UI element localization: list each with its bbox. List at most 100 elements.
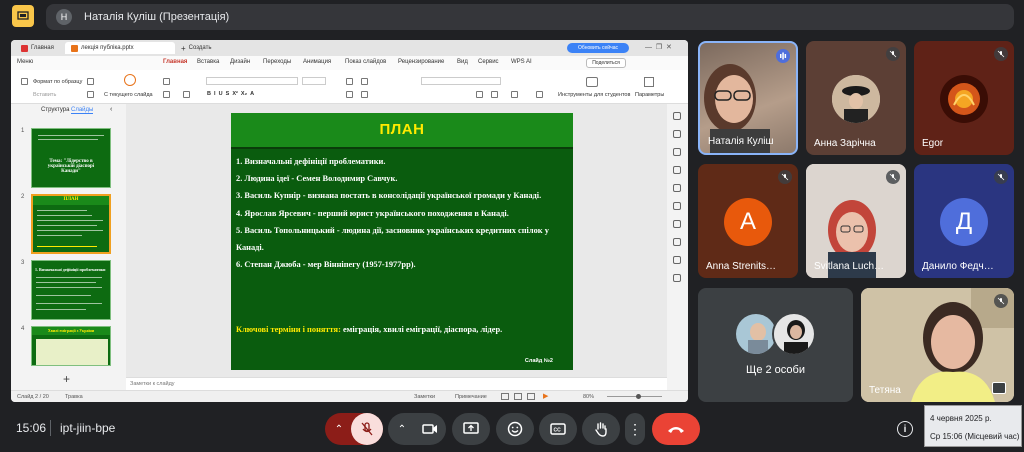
present-icon[interactable] [12, 5, 34, 27]
presenter-bar: Н Наталія Куліш (Презентація) [46, 4, 1014, 30]
numbering-icon[interactable] [361, 78, 368, 85]
font-size-field[interactable] [302, 77, 326, 85]
notes-field[interactable]: Заметки к слайду [126, 377, 667, 390]
params-label[interactable]: Параметры [635, 92, 664, 98]
menu-design[interactable]: Дизайн [230, 59, 250, 65]
shared-screen: Главная лекція публіка.pptx + Создать Обн… [11, 40, 688, 402]
arrange-icon[interactable] [491, 91, 498, 98]
participant-avatar [832, 75, 880, 123]
zoom-level[interactable]: 80% [583, 394, 594, 400]
slide-thumbnail-1[interactable]: Тема: "Лідерство в українській діаспорі … [31, 128, 111, 188]
layout-icon[interactable] [163, 91, 170, 98]
update-now-button[interactable]: Обновить сейчас [567, 43, 629, 53]
search-field[interactable] [421, 77, 501, 85]
comment-toggle[interactable]: Примечание [455, 394, 487, 400]
menu-transitions[interactable]: Переходы [263, 59, 291, 65]
transition-icon[interactable] [673, 166, 681, 174]
tab-document[interactable]: лекція публіка.pptx [65, 42, 175, 54]
thumb-text-line [37, 215, 92, 216]
normal-view-icon[interactable] [501, 393, 509, 400]
more-participants-tile[interactable]: Ще 2 особи [698, 288, 853, 402]
tab-slides[interactable]: Слайды [71, 107, 94, 114]
properties-icon[interactable] [673, 112, 681, 120]
paste-icon[interactable] [21, 78, 28, 85]
pin-tile-icon[interactable] [992, 382, 1006, 394]
info-icon[interactable]: i [897, 421, 913, 437]
cut-icon[interactable] [87, 78, 94, 85]
slides-panel-header: Структура Слайды ‹ [11, 104, 123, 116]
participant-avatar: Д [940, 198, 988, 246]
student-tools-icon[interactable] [586, 77, 598, 87]
zoom-slider-handle[interactable] [636, 394, 641, 399]
more-options-button[interactable]: ⋮ [625, 413, 645, 445]
mic-toggle-button[interactable] [351, 413, 383, 445]
slide-thumbnail-4[interactable]: Хвилі еміграції з України [31, 326, 111, 366]
clock-icon[interactable] [673, 238, 681, 246]
params-icon[interactable] [644, 77, 654, 87]
collapse-panel-icon[interactable]: ‹ [110, 106, 112, 113]
participant-tile[interactable]: А Anna Strenits… [698, 164, 798, 278]
participant-tile[interactable]: Д Данило Федч… [914, 164, 1014, 278]
from-current-label[interactable]: С текущего слайда [104, 92, 153, 98]
align-left-icon[interactable] [346, 91, 353, 98]
camera-toggle-button[interactable] [414, 413, 446, 445]
design-icon[interactable] [673, 130, 681, 138]
section-icon[interactable] [183, 91, 190, 98]
copy-icon[interactable] [87, 91, 94, 98]
align-center-icon[interactable] [361, 91, 368, 98]
raise-hand-button[interactable] [582, 413, 620, 445]
sorter-view-icon[interactable] [514, 393, 522, 400]
bold-button[interactable]: B I U S X² X₂ A [207, 91, 254, 97]
captions-button[interactable]: CC [539, 413, 577, 445]
zoom-slider[interactable] [607, 396, 662, 397]
settings-icon[interactable] [673, 220, 681, 228]
tab-home[interactable]: Главная [15, 42, 60, 54]
present-button[interactable] [452, 413, 490, 445]
student-tools-label[interactable]: Инструменты для студентов [558, 92, 630, 98]
reactions-button[interactable] [496, 413, 534, 445]
picture-icon[interactable] [536, 91, 543, 98]
tab-outline[interactable]: Структура [41, 107, 69, 113]
slide-thumbnail-2[interactable]: ПЛАН [31, 194, 111, 254]
thumb-text-line [36, 295, 91, 296]
paste-label[interactable]: Вставить [33, 92, 56, 98]
bullets-icon[interactable] [346, 78, 353, 85]
add-slide-button[interactable]: + [63, 372, 70, 386]
mic-options-chevron-icon[interactable]: ⌃ [325, 413, 353, 445]
window-controls[interactable]: — ❐ ✕ [645, 43, 672, 51]
camera-options-chevron-icon[interactable]: ⌃ [388, 413, 416, 445]
menu-slideshow[interactable]: Показ слайдов [345, 59, 386, 65]
reading-view-icon[interactable] [527, 393, 535, 400]
menu-wps-ai[interactable]: WPS AI [511, 59, 532, 65]
tab-create[interactable]: + Создать [175, 42, 217, 54]
participant-tile-presenter[interactable]: Наталія Куліш [698, 41, 798, 155]
menu-home[interactable]: Главная [163, 59, 187, 65]
animation-icon[interactable] [673, 148, 681, 156]
format-painter-label[interactable]: Формат по образцу [33, 79, 82, 85]
share-button[interactable]: Поделиться [586, 58, 626, 68]
shape-icon[interactable] [476, 91, 483, 98]
menu-tools[interactable]: Сервис [478, 59, 499, 65]
play-icon[interactable]: ▶ [543, 392, 548, 400]
text-box-icon[interactable] [511, 91, 518, 98]
share-panel-icon[interactable] [673, 274, 681, 282]
participant-tile[interactable]: Egor [914, 41, 1014, 155]
help-icon[interactable] [673, 256, 681, 264]
notes-toggle[interactable]: Заметки [414, 394, 435, 400]
menu-main[interactable]: Меню [17, 59, 33, 65]
picture-panel-icon[interactable] [673, 202, 681, 210]
slide-thumbnail-3[interactable]: 1. Визначальні дефініції проблематики [31, 260, 111, 320]
menu-animation[interactable]: Анимация [303, 59, 331, 65]
current-slide[interactable]: ПЛАН 1. Визначальні дефініції проблемати… [231, 113, 573, 370]
menu-review[interactable]: Рецензирование [398, 59, 444, 65]
leave-call-button[interactable] [652, 413, 700, 445]
menu-view[interactable]: Вид [457, 59, 468, 65]
participant-tile[interactable]: Svitlana Luch… [806, 164, 906, 278]
font-family-field[interactable] [206, 77, 298, 85]
new-slide-icon[interactable] [163, 78, 170, 85]
shape-panel-icon[interactable] [673, 184, 681, 192]
menu-insert[interactable]: Вставка [197, 59, 219, 65]
participant-tile[interactable]: Анна Зарічна [806, 41, 906, 155]
participant-tile[interactable]: Тетяна [861, 288, 1014, 402]
play-from-current-icon[interactable] [124, 74, 136, 86]
